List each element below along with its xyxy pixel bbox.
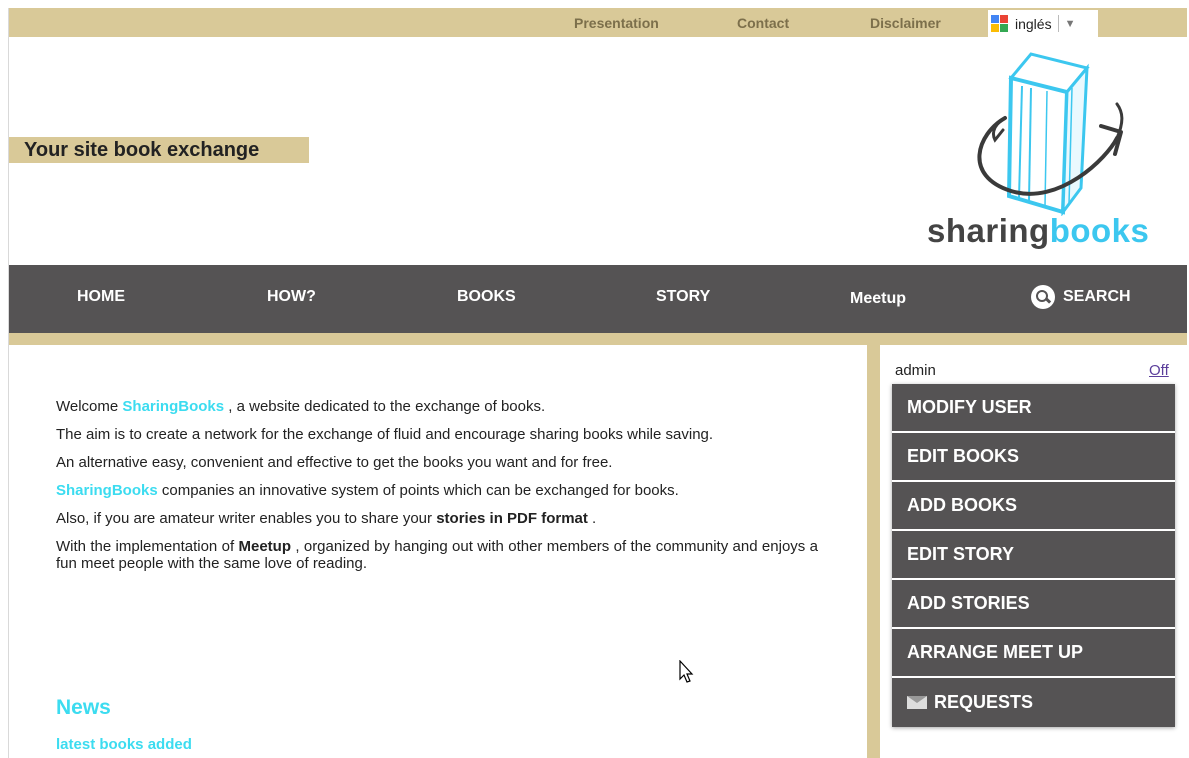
text: Welcome — [56, 398, 123, 415]
language-select[interactable]: inglés ▼ — [988, 10, 1098, 37]
text: With the implementation of — [56, 538, 239, 555]
add-stories-button[interactable]: ADD STORIES — [892, 580, 1175, 629]
top-bar: Presentation Contact Disclaimer inglés ▼ — [9, 8, 1187, 37]
text: . — [587, 510, 597, 527]
nav-meetup[interactable]: Meetup — [850, 290, 906, 308]
add-books-button[interactable]: ADD BOOKS — [892, 482, 1175, 531]
disclaimer-link[interactable]: Disclaimer — [870, 15, 941, 31]
book-logo-icon — [977, 52, 1124, 217]
aim-paragraph: The aim is to create a network for the e… — [56, 426, 714, 443]
logo-text-books: books — [1049, 212, 1150, 249]
presentation-link[interactable]: Presentation — [574, 15, 659, 31]
search-icon — [1031, 285, 1055, 309]
nav-search[interactable]: SEARCH — [1031, 285, 1131, 309]
alternative-paragraph: An alternative easy, convenient and effe… — [56, 454, 613, 471]
contact-link[interactable]: Contact — [737, 15, 789, 31]
arrange-meetup-button[interactable]: ARRANGE MEET UP — [892, 629, 1175, 678]
modify-user-button[interactable]: MODIFY USER — [892, 384, 1175, 433]
site-logo[interactable]: sharingbooks — [919, 46, 1169, 258]
welcome-paragraph: Welcome SharingBooks , a website dedicat… — [56, 398, 818, 415]
google-translate-icon — [991, 14, 1009, 33]
mail-icon — [907, 696, 927, 709]
nav-home[interactable]: HOME — [77, 288, 125, 306]
meetup-highlight: Meetup — [238, 538, 291, 555]
language-value: inglés — [1015, 15, 1052, 32]
brand-name: SharingBooks — [122, 398, 225, 415]
nav-how[interactable]: HOW? — [267, 288, 316, 306]
language-divider — [1057, 15, 1059, 32]
logout-link[interactable]: Off — [1149, 362, 1169, 379]
brand-name: SharingBooks — [56, 482, 158, 499]
text: companies an innovative system of points… — [157, 482, 679, 499]
page-frame: Presentation Contact Disclaimer inglés ▼… — [8, 8, 1187, 758]
site-tagline: Your site book exchange — [9, 137, 309, 163]
dropdown-arrow-icon: ▼ — [1064, 17, 1076, 30]
stories-highlight: stories in PDF format — [436, 510, 588, 527]
stories-paragraph: Also, if you are amateur writer enables … — [56, 510, 818, 527]
text: , a website dedicated to the exchange of… — [224, 398, 546, 415]
edit-books-button[interactable]: EDIT BOOKS — [892, 433, 1175, 482]
sidebar-divider — [867, 345, 880, 758]
nav-books[interactable]: BOOKS — [457, 288, 516, 306]
requests-button[interactable]: REQUESTS — [892, 678, 1175, 727]
nav-search-label: SEARCH — [1063, 288, 1131, 305]
mouse-cursor-icon — [679, 660, 694, 683]
requests-label: REQUESTS — [934, 692, 1034, 712]
text: Also, if you are amateur writer enables … — [56, 510, 437, 527]
points-paragraph: SharingBooks companies an innovative sys… — [56, 482, 818, 499]
logo-text-sharing: sharing — [927, 212, 1050, 249]
edit-story-button[interactable]: EDIT STORY — [892, 531, 1175, 580]
admin-menu: MODIFY USER EDIT BOOKS ADD BOOKS EDIT ST… — [892, 384, 1175, 727]
logo-wordmark: sharingbooks — [927, 212, 1149, 250]
latest-books-link[interactable]: latest books added — [56, 736, 192, 753]
news-heading: News — [56, 696, 111, 719]
welcome-text: Welcome SharingBooks , a website dedicat… — [56, 398, 818, 583]
logged-user-name: admin — [895, 362, 936, 379]
nav-story[interactable]: STORY — [656, 288, 710, 306]
meetup-paragraph: With the implementation of Meetup , orga… — [56, 538, 818, 572]
nav-bottom-strip — [9, 333, 1187, 345]
main-nav: HOME HOW? BOOKS STORY Meetup SEARCH — [9, 265, 1187, 333]
